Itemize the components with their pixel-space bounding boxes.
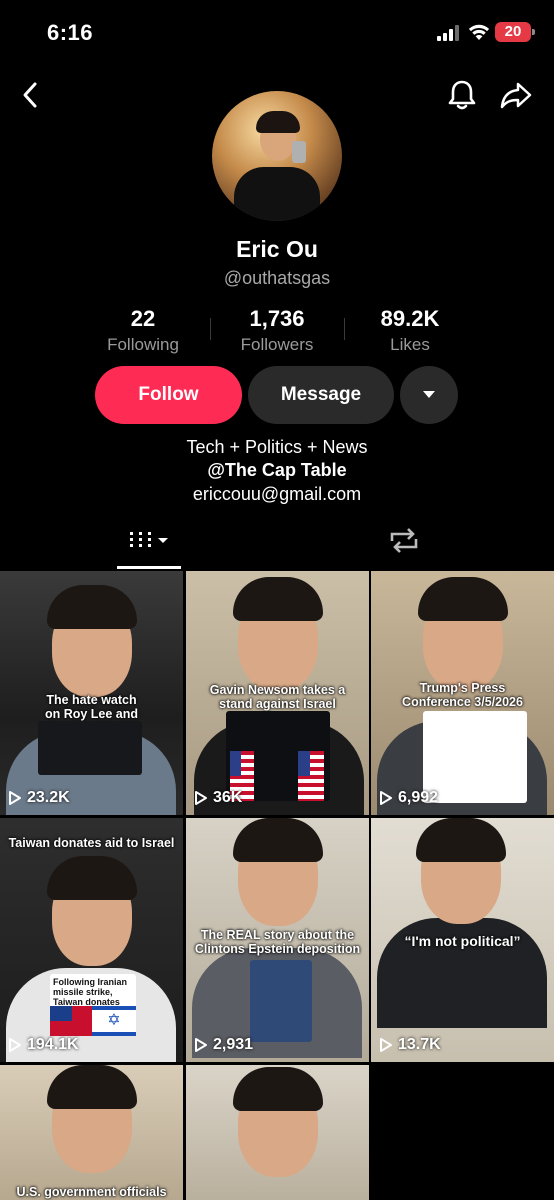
stat-followers-label: Followers — [240, 335, 314, 354]
video-caption: Gavin Newsom takes a stand against Israe… — [209, 683, 346, 711]
israel-flag-icon: ✡ — [92, 1006, 136, 1036]
video-views: 6,992 — [379, 789, 438, 807]
video-caption: U.S. government officials are — [16, 1185, 167, 1200]
video-views-count: 194.1K — [27, 1036, 79, 1053]
play-icon — [9, 1038, 21, 1052]
stat-likes-value: 89.2K — [380, 306, 440, 331]
wifi-icon — [468, 24, 490, 40]
video-tile[interactable] — [186, 1065, 369, 1200]
play-icon — [9, 791, 21, 805]
play-icon — [195, 1038, 207, 1052]
video-views: 2,931 — [194, 1036, 253, 1054]
status-time: 6:16 — [47, 20, 94, 45]
stat-following-label: Following — [107, 335, 179, 354]
stat-following-value: 22 — [130, 306, 156, 331]
tab-videos[interactable] — [117, 523, 181, 569]
video-tile[interactable]: Trump's Press Conference 3/5/2026 6,992 — [371, 571, 554, 815]
follow-button[interactable]: Follow — [95, 366, 242, 424]
repost-icon — [390, 528, 418, 553]
video-views: 36K — [194, 789, 242, 807]
cellular-signal-icon — [437, 25, 459, 41]
video-views-count: 23.2K — [27, 789, 70, 806]
stat-likes[interactable]: 89.2K Likes — [345, 306, 475, 355]
status-bar: 6:16 20 — [0, 0, 554, 66]
video-tile[interactable]: The hate watch on Roy Lee and Cluely 23.… — [0, 571, 183, 815]
bio-link[interactable]: @The Cap Table — [0, 460, 554, 481]
stat-divider — [210, 318, 211, 340]
battery-indicator: 20 — [495, 22, 535, 42]
chevron-left-icon[interactable] — [18, 78, 44, 112]
caret-down-icon — [423, 391, 435, 398]
stat-likes-label: Likes — [390, 335, 430, 354]
video-caption: Trump's Press Conference 3/5/2026 — [402, 681, 523, 709]
taiwan-flag-icon — [50, 1006, 92, 1036]
play-icon — [380, 1038, 392, 1052]
stat-following[interactable]: 22 Following — [78, 306, 208, 355]
share-arrow-icon[interactable] — [500, 78, 532, 112]
video-views-count: 36K — [213, 789, 243, 806]
video-caption: Taiwan donates aid to Israel — [8, 836, 175, 850]
grid-icon — [130, 532, 168, 547]
tab-reposts[interactable] — [376, 523, 432, 569]
profile-handle: @outhatsgas — [223, 268, 331, 288]
play-icon — [195, 791, 207, 805]
video-views: 194.1K — [8, 1036, 79, 1054]
profile-name: Eric Ou — [236, 236, 318, 262]
avatar[interactable] — [212, 91, 342, 221]
video-tile[interactable]: Gavin Newsom takes a stand against Israe… — [186, 571, 369, 815]
video-views-count: 2,931 — [213, 1036, 254, 1053]
more-options-button[interactable] — [400, 366, 458, 424]
video-caption: The REAL story about the Clintons Epstei… — [194, 928, 361, 956]
video-views: 23.2K — [8, 789, 70, 807]
video-views: 13.7K — [379, 1036, 441, 1054]
bio-email: ericcouu@gmail.com — [192, 484, 362, 504]
stat-followers-value: 1,736 — [249, 306, 305, 331]
stat-followers[interactable]: 1,736 Followers — [212, 306, 342, 355]
video-tile[interactable]: Taiwan donates aid to Israel Following I… — [0, 818, 183, 1062]
video-tile[interactable]: The REAL story about the Clintons Epstei… — [186, 818, 369, 1062]
bell-icon[interactable] — [447, 78, 477, 112]
video-tile[interactable]: “I'm not political” 13.7K — [371, 818, 554, 1062]
video-tile[interactable]: U.S. government officials are — [0, 1065, 183, 1200]
play-icon — [380, 791, 392, 805]
video-views-count: 13.7K — [398, 1036, 441, 1053]
bio-line: Tech + Politics + News — [186, 437, 368, 457]
video-views-count: 6,992 — [398, 789, 439, 806]
video-caption: “I'm not political” — [404, 933, 521, 949]
message-button[interactable]: Message — [248, 366, 394, 424]
